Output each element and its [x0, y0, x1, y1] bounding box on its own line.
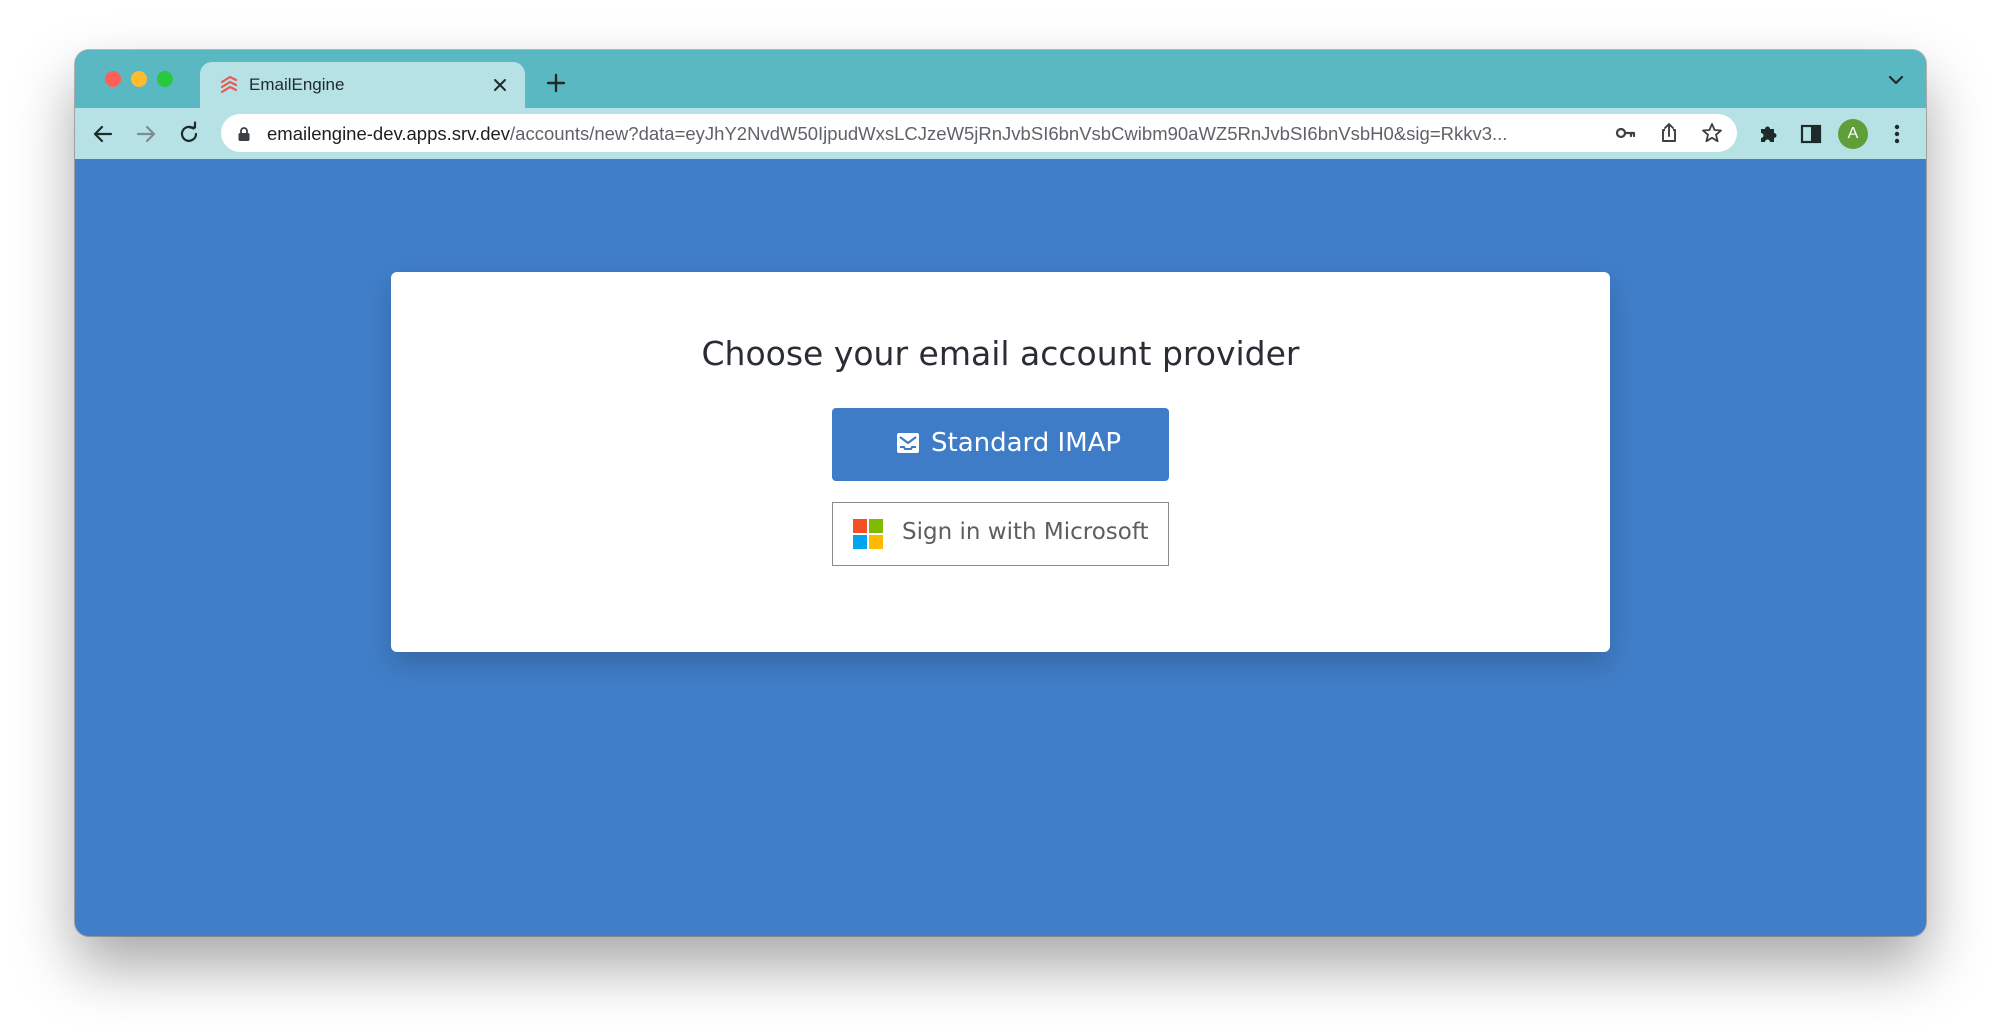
more-vert-icon[interactable] — [1883, 120, 1911, 148]
tab-strip: EmailEngine — [75, 50, 1926, 108]
plus-icon[interactable] — [541, 68, 571, 98]
page-title: Choose your email account provider — [701, 334, 1300, 373]
maximize-window-button[interactable] — [157, 71, 173, 87]
tab-emailengine[interactable]: EmailEngine — [200, 62, 525, 108]
key-icon[interactable] — [1614, 121, 1638, 145]
provider-card: Choose your email account provider Stand… — [391, 272, 1610, 652]
close-window-button[interactable] — [105, 71, 121, 87]
side-panel-icon[interactable] — [1797, 120, 1825, 148]
emailengine-logo-icon — [220, 75, 238, 94]
standard-imap-label: Standard IMAP — [931, 428, 1122, 458]
arrow-left-icon[interactable] — [89, 120, 117, 148]
puzzle-icon[interactable] — [1755, 120, 1783, 148]
standard-imap-button[interactable]: Standard IMAP — [832, 408, 1169, 481]
reload-icon[interactable] — [175, 120, 203, 148]
star-icon[interactable] — [1700, 121, 1724, 145]
profile-avatar[interactable]: A — [1838, 119, 1868, 149]
minimize-window-button[interactable] — [131, 71, 147, 87]
close-icon[interactable] — [489, 74, 511, 96]
url-path: /accounts/new?data=eyJhY2NvdW50IjpudWxsL… — [510, 123, 1508, 144]
url-text[interactable]: emailengine-dev.apps.srv.dev/accounts/ne… — [267, 123, 1507, 145]
tab-title: EmailEngine — [249, 75, 345, 94]
arrow-right-icon[interactable] — [132, 120, 160, 148]
page-content: Choose your email account provider Stand… — [75, 159, 1926, 936]
envelope-icon — [897, 433, 919, 453]
sign-in-microsoft-label: Sign in with Microsoft — [902, 519, 1149, 545]
microsoft-logo-icon — [853, 519, 883, 549]
lock-icon[interactable] — [237, 126, 251, 142]
sign-in-microsoft-button[interactable]: Sign in with Microsoft — [832, 502, 1169, 566]
address-bar[interactable]: emailengine-dev.apps.srv.dev/accounts/ne… — [221, 114, 1737, 152]
browser-window: EmailEngine emailengine-dev.apps.srv.dev… — [75, 50, 1926, 936]
chevron-down-icon[interactable] — [1884, 68, 1908, 92]
share-icon[interactable] — [1657, 121, 1681, 145]
url-host: emailengine-dev.apps.srv.dev — [267, 123, 511, 144]
browser-toolbar: emailengine-dev.apps.srv.dev/accounts/ne… — [75, 108, 1926, 159]
